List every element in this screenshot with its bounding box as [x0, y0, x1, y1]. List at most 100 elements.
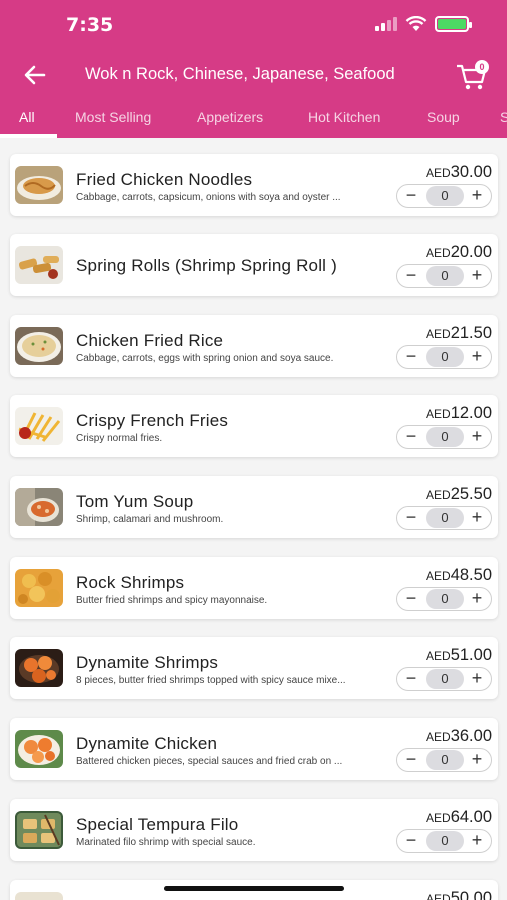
cart-count-badge: 0	[475, 60, 489, 74]
special-tempura-filo-image	[15, 811, 63, 849]
dynamite-chicken-image	[15, 730, 63, 768]
decrease-button[interactable]: −	[397, 588, 425, 610]
item-price: AED64.00	[426, 808, 492, 827]
price-amount: 21.50	[450, 324, 492, 342]
increase-button[interactable]: +	[463, 426, 491, 448]
cart-button[interactable]: 0	[455, 58, 489, 92]
decrease-button[interactable]: −	[397, 749, 425, 771]
menu-item-card[interactable]: Dynamite Shrimps 8 pieces, butter fried …	[10, 637, 498, 699]
item-price: AED25.50	[426, 485, 492, 504]
status-icons	[375, 16, 472, 32]
rock-shrimps-image	[15, 569, 63, 607]
item-description: Shrimp, calamari and mushroom.	[76, 514, 224, 525]
quantity-value: 0	[426, 186, 464, 206]
menu-item-image	[15, 892, 63, 900]
price-amount: 64.00	[450, 808, 492, 826]
increase-button[interactable]: +	[463, 346, 491, 368]
item-name: Rock Shrimps	[76, 573, 185, 592]
item-description: Battered chicken pieces, special sauces …	[76, 756, 343, 767]
quantity-stepper: − 0 +	[396, 748, 492, 772]
increase-button[interactable]: +	[463, 830, 491, 852]
price-amount: 36.00	[450, 727, 492, 745]
status-time: 7:35	[66, 14, 114, 36]
price-currency: AED	[426, 811, 451, 825]
tab-more[interactable]: S	[500, 109, 507, 125]
restaurant-title: Wok n Rock, Chinese, Japanese, Seafood	[85, 65, 395, 83]
price-currency: AED	[426, 166, 451, 180]
category-tabs: All Most Selling Appetizers Hot Kitchen …	[0, 98, 507, 138]
item-price: AED21.50	[426, 324, 492, 343]
fried-chicken-noodles-image	[15, 166, 63, 204]
decrease-button[interactable]: −	[397, 185, 425, 207]
item-description: Crispy normal fries.	[76, 433, 163, 444]
tab-soup[interactable]: Soup	[427, 109, 460, 125]
menu-item-card[interactable]: Crispy French Fries Crispy normal fries.…	[10, 395, 498, 457]
increase-button[interactable]: +	[463, 185, 491, 207]
menu-list[interactable]: Fried Chicken Noodles Cabbage, carrots, …	[0, 138, 507, 900]
menu-item-card[interactable]: Rock Shrimps Butter fried shrimps and sp…	[10, 557, 498, 619]
item-price: AED50.00	[426, 889, 492, 900]
item-description: Cabbage, carrots, capsicum, onions with …	[76, 192, 341, 203]
increase-button[interactable]: +	[463, 588, 491, 610]
menu-item-card[interactable]: Chicken Fried Rice Cabbage, carrots, egg…	[10, 315, 498, 377]
menu-item-card[interactable]: Special Tempura Filo Marinated filo shri…	[10, 799, 498, 861]
tab-most-selling[interactable]: Most Selling	[75, 109, 151, 125]
price-currency: AED	[426, 488, 451, 502]
quantity-stepper: − 0 +	[396, 829, 492, 853]
decrease-button[interactable]: −	[397, 668, 425, 690]
menu-item-card[interactable]: Fried Chicken Noodles Cabbage, carrots, …	[10, 154, 498, 216]
item-price: AED12.00	[426, 404, 492, 423]
decrease-button[interactable]: −	[397, 265, 425, 287]
quantity-stepper: − 0 +	[396, 506, 492, 530]
menu-item-card[interactable]: Dynamite Chicken Battered chicken pieces…	[10, 718, 498, 780]
item-name: Chicken Fried Rice	[76, 331, 224, 350]
quantity-value: 0	[426, 750, 464, 770]
price-amount: 30.00	[450, 163, 492, 181]
item-description: 8 pieces, butter fried shrimps topped wi…	[76, 675, 346, 686]
item-name: Dynamite Shrimps	[76, 653, 219, 672]
item-name: Crispy French Fries	[76, 411, 229, 430]
battery-icon	[435, 16, 472, 32]
tab-appetizers[interactable]: Appetizers	[197, 109, 263, 125]
quantity-value: 0	[426, 427, 464, 447]
item-description: Butter fried shrimps and spicy mayonnais…	[76, 595, 268, 606]
chicken-fried-rice-image	[15, 327, 63, 365]
decrease-button[interactable]: −	[397, 830, 425, 852]
tab-hot-kitchen[interactable]: Hot Kitchen	[308, 109, 380, 125]
item-name: Tom Yum Soup	[76, 492, 194, 511]
quantity-stepper: − 0 +	[396, 184, 492, 208]
decrease-button[interactable]: −	[397, 507, 425, 529]
price-currency: AED	[426, 569, 451, 583]
navbar: Wok n Rock, Chinese, Japanese, Seafood 0	[0, 52, 507, 98]
increase-button[interactable]: +	[463, 265, 491, 287]
menu-item-card[interactable]: Spring Rolls (Shrimp Spring Roll ) AED20…	[10, 234, 498, 296]
price-amount: 20.00	[450, 243, 492, 261]
price-amount: 48.50	[450, 566, 492, 584]
quantity-value: 0	[426, 508, 464, 528]
quantity-stepper: − 0 +	[396, 587, 492, 611]
cellular-signal-icon	[375, 17, 397, 31]
price-amount: 50.00	[450, 889, 492, 900]
french-fries-image	[15, 407, 63, 445]
quantity-stepper: − 0 +	[396, 667, 492, 691]
home-indicator[interactable]	[164, 886, 344, 891]
menu-item-card[interactable]: Tom Yum Soup Shrimp, calamari and mushro…	[10, 476, 498, 538]
item-price: AED20.00	[426, 243, 492, 262]
item-description: Cabbage, carrots, eggs with spring onion…	[76, 353, 334, 364]
price-currency: AED	[426, 327, 451, 341]
tab-all[interactable]: All	[19, 109, 35, 125]
price-currency: AED	[426, 407, 451, 421]
quantity-value: 0	[426, 831, 464, 851]
back-arrow-icon[interactable]	[20, 60, 50, 90]
price-amount: 12.00	[450, 404, 492, 422]
decrease-button[interactable]: −	[397, 346, 425, 368]
price-amount: 51.00	[450, 646, 492, 664]
increase-button[interactable]: +	[463, 668, 491, 690]
item-price: AED51.00	[426, 646, 492, 665]
quantity-value: 0	[426, 266, 464, 286]
increase-button[interactable]: +	[463, 507, 491, 529]
app-header: 7:35 Wok n Rock, Chinese, Japanese, Seaf…	[0, 0, 507, 138]
decrease-button[interactable]: −	[397, 426, 425, 448]
increase-button[interactable]: +	[463, 749, 491, 771]
item-name: Dynamite Chicken	[76, 734, 218, 753]
